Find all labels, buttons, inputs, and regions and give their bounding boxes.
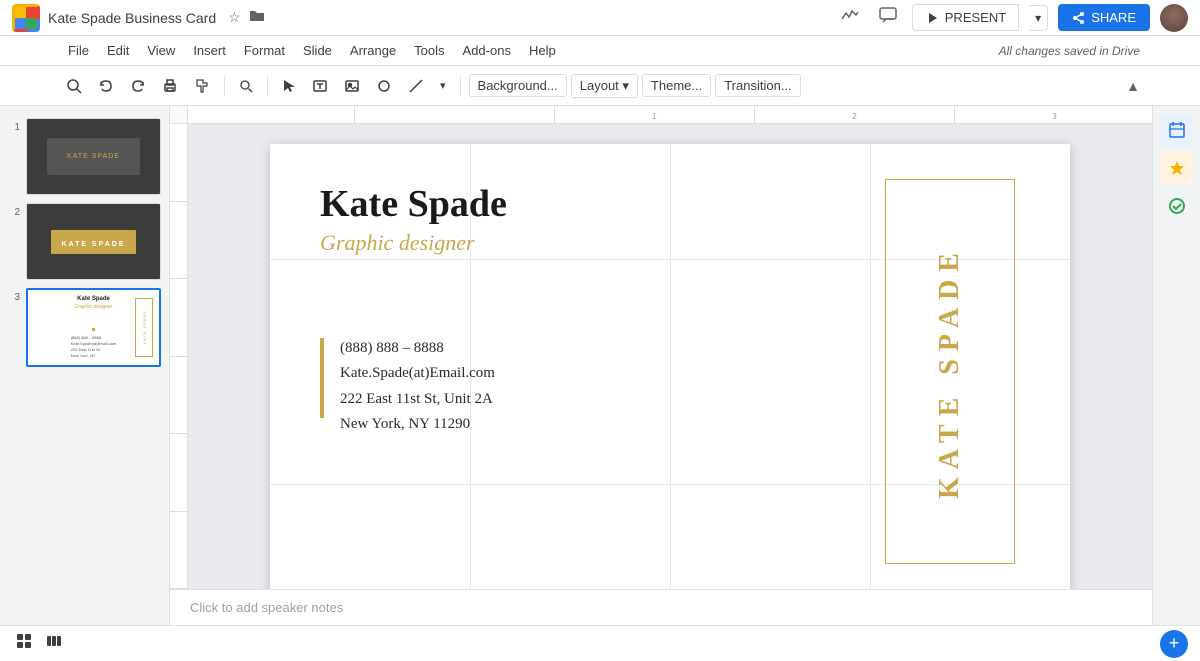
slide-item-1[interactable]: 1 KATE SPADE [0,114,169,199]
toolbar-divider-1 [224,76,225,96]
line-tool-button[interactable] [402,74,430,98]
doc-title: Kate Spade Business Card [48,10,216,26]
menu-addons[interactable]: Add-ons [455,39,519,62]
contact-info[interactable]: (888) 888 – 8888 Kate.Spade(at)Email.com… [340,336,495,438]
menu-help[interactable]: Help [521,39,564,62]
bottom-toolbar: + [0,625,1200,661]
present-button[interactable]: PRESENT [912,4,1019,31]
slide-canvas-area: Kate Spade Graphic designer (888) 888 – … [170,124,1152,589]
cursor-tool-button[interactable] [276,75,302,97]
theme-button[interactable]: Theme... [642,74,711,97]
toolbar-right: ▲ [1126,78,1140,94]
slide-thumbnail-3[interactable]: Kate Spade Graphic designer (888) 888 – … [26,288,161,367]
menu-view[interactable]: View [139,39,183,62]
menu-format[interactable]: Format [236,39,293,62]
ruler-v-tick-4 [170,357,187,435]
background-button[interactable]: Background... [469,74,567,97]
shapes-tool-button[interactable] [370,74,398,98]
ruler-v-tick-1 [170,124,187,202]
image-tool-button[interactable] [338,74,366,98]
slide-thumbnail-1[interactable]: KATE SPADE [26,118,161,195]
collapse-toolbar-button[interactable]: ▲ [1126,78,1140,94]
ruler-corner [170,106,188,124]
slide-item-2[interactable]: 2 KATE SPADE [0,199,169,284]
slide-number-3: 3 [8,288,20,303]
speaker-notes-placeholder: Click to add speaker notes [190,600,343,615]
menu-slide[interactable]: Slide [295,39,340,62]
menu-file[interactable]: File [60,39,97,62]
format-paint-button[interactable] [188,74,216,98]
menu-bar: File Edit View Insert Format Slide Arran… [0,36,1200,66]
undo-button[interactable] [92,74,120,98]
brand-name-vertical: KATE SPADE [934,245,966,499]
google-slides-icon [12,4,40,32]
right-panel-star-icon[interactable] [1161,152,1193,184]
zoom-out-button[interactable] [60,74,88,98]
text-box-tool-button[interactable] [306,74,334,98]
transition-button[interactable]: Transition... [715,74,800,97]
right-panel-check-icon[interactable] [1161,190,1193,222]
right-panel [1152,106,1200,625]
email-text: Kate.Spade(at)Email.com [340,365,495,381]
slide-wrapper: Kate Spade Graphic designer (888) 888 – … [270,144,1070,589]
grid-view-button[interactable] [12,629,36,658]
bottom-left-controls [12,629,66,658]
toolbar-divider-3 [460,76,461,96]
filmstrip-view-button[interactable] [42,629,66,658]
menu-insert[interactable]: Insert [185,39,234,62]
redo-button[interactable] [124,74,152,98]
ruler-vertical [170,124,188,589]
slide-panel: 1 KATE SPADE 2 KATE SPADE [0,106,170,625]
present-dropdown-button[interactable]: ▾ [1029,5,1048,31]
top-bar: Kate Spade Business Card ☆ PRESENT ▾ SHA… [0,0,1200,36]
ruler-tick-1 [354,106,554,123]
main-area: 1 KATE SPADE 2 KATE SPADE [0,106,1200,625]
avatar[interactable] [1160,4,1188,32]
layout-button[interactable]: Layout ▾ [571,74,638,98]
ruler-v-tick-5 [170,434,187,512]
toolbar-divider-2 [267,76,268,96]
share-button[interactable]: SHARE [1058,4,1150,31]
ruler-tick-2: 1 [554,106,754,123]
editor-area: 1 2 3 [170,106,1152,625]
ruler-tick-4: 3 [954,106,1152,123]
slide-canvas[interactable]: Kate Spade Graphic designer (888) 888 – … [270,144,1070,589]
star-icon[interactable]: ☆ [228,9,241,26]
bottom-right-controls: + [1160,630,1188,658]
slide-thumbnail-2[interactable]: KATE SPADE [26,203,161,280]
menu-arrange[interactable]: Arrange [342,39,404,62]
print-button[interactable] [156,74,184,98]
activity-icon[interactable] [836,1,864,34]
ruler-v-tick-2 [170,202,187,280]
zoom-level-button[interactable] [233,76,259,96]
toolbar: ▾ Background... Layout ▾ Theme... Transi… [0,66,1200,106]
ruler-v-tick-6 [170,512,187,590]
top-right-controls: PRESENT ▾ SHARE [836,1,1188,34]
ruler-ticks-h: 1 2 3 [350,106,1152,123]
more-tools-button[interactable]: ▾ [434,75,452,96]
ruler-horizontal: 1 2 3 [170,106,1152,124]
speaker-notes[interactable]: Click to add speaker notes [170,589,1152,625]
phone-text: (888) 888 – 8888 [340,340,444,356]
save-status: All changes saved in Drive [999,44,1140,58]
right-panel-calendar-icon[interactable] [1161,114,1193,146]
contact-bar [320,338,324,418]
ruler-v-tick-3 [170,279,187,357]
ruler-tick-3: 2 [754,106,954,123]
add-slide-button[interactable]: + [1160,630,1188,658]
slide-item-3[interactable]: 3 Kate Spade Graphic designer (888) 888 … [0,284,169,371]
slide-number-2: 2 [8,203,20,218]
address2-text: New York, NY 11290 [340,416,470,432]
right-box[interactable]: KATE SPADE [885,179,1015,564]
chat-icon[interactable] [874,1,902,34]
slide-number-1: 1 [8,118,20,133]
menu-edit[interactable]: Edit [99,39,137,62]
menu-tools[interactable]: Tools [406,39,452,62]
folder-icon[interactable] [249,9,265,26]
address1-text: 222 East 11st St, Unit 2A [340,391,493,407]
